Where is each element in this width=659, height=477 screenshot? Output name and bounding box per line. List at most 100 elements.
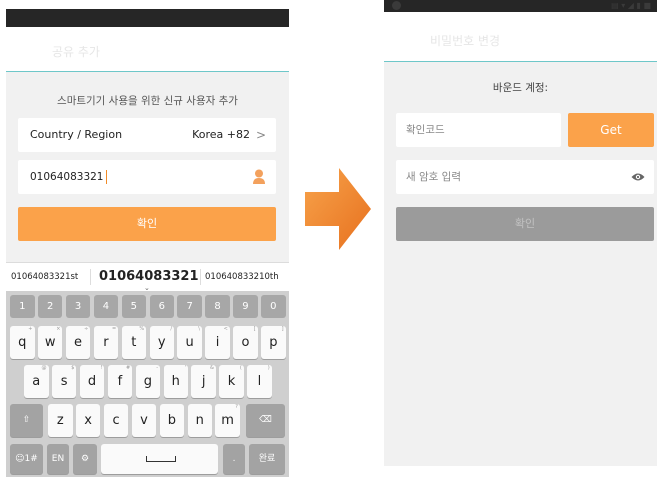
key-1[interactable]: 1 xyxy=(10,295,35,318)
get-code-button[interactable]: Get xyxy=(568,113,654,147)
backspace-key-label: ⌫ xyxy=(259,415,272,425)
chevron-right-icon: > xyxy=(255,128,266,142)
key-t-label: t xyxy=(131,335,137,350)
key-5[interactable]: 5 xyxy=(121,295,147,318)
spacebar[interactable] xyxy=(101,444,218,474)
key-o[interactable]: o[ xyxy=(233,326,258,359)
key-a-secondary-label: @ xyxy=(41,365,47,371)
language-key[interactable]: EN xyxy=(47,444,69,474)
shift-key-label: ⇧ xyxy=(22,415,31,425)
app-bar: 비밀번호 변경 xyxy=(384,12,657,62)
soft-keyboard: 1 2 3 4 5 6 7 8 9 0 q + w × e ÷ r = t% y / u \ i < o[p] a @ s $ d! f # g -… xyxy=(6,291,289,477)
new-password-input[interactable]: 새 암호 입력 xyxy=(396,160,654,194)
key-p-secondary-label: ] xyxy=(281,326,284,332)
settings-key[interactable]: ⚙ xyxy=(73,444,97,474)
done-key[interactable]: 완료 xyxy=(249,444,285,474)
key-y-label: y xyxy=(157,335,166,350)
keyboard-suggestion-bar: 01064083321st 01064083321 ⌄ 010640833210… xyxy=(6,262,289,292)
key-6-label: 6 xyxy=(158,301,165,312)
key-v[interactable]: v xyxy=(131,404,157,437)
key-e[interactable]: e ÷ xyxy=(65,326,91,359)
key-c[interactable]: c xyxy=(103,404,129,437)
instruction-text: 스마트기기 사용을 위한 신규 사용자 추가 xyxy=(57,95,238,107)
key-q[interactable]: q + xyxy=(10,326,35,359)
phone-number-value: 01064083321 xyxy=(30,171,104,183)
backspace-key[interactable]: ⌫ xyxy=(246,404,285,437)
key-v-label: v xyxy=(140,413,148,428)
key-9[interactable]: 9 xyxy=(233,295,258,318)
key-8[interactable]: 8 xyxy=(205,295,230,318)
eye-icon[interactable] xyxy=(631,172,645,182)
verification-code-input[interactable]: 확인코드 xyxy=(396,113,561,147)
key-m[interactable]: m? xyxy=(215,404,240,437)
key-l[interactable]: l) xyxy=(247,365,272,398)
key-w[interactable]: w × xyxy=(37,326,63,359)
key-g-secondary-label: - xyxy=(156,365,159,371)
key-r[interactable]: r = xyxy=(93,326,119,359)
key-a-label: a xyxy=(32,374,41,389)
key-0[interactable]: 0 xyxy=(261,295,286,318)
key-4-label: 4 xyxy=(102,301,110,312)
key-a[interactable]: a @ xyxy=(24,365,49,398)
key-i[interactable]: i < xyxy=(205,326,230,359)
key-j-label: j xyxy=(201,374,206,389)
shift-key[interactable]: ⇧ xyxy=(10,404,43,437)
suggestion-item[interactable]: 01064083321st xyxy=(11,263,78,291)
key-j[interactable]: j & xyxy=(191,365,216,398)
suggestion-divider xyxy=(90,269,91,285)
key-t[interactable]: t% xyxy=(121,326,147,359)
key-q-label: q xyxy=(18,335,27,350)
suggestion-item[interactable]: 010640833210th xyxy=(205,263,279,291)
key-m-label: m xyxy=(221,413,234,428)
key-z[interactable]: z xyxy=(48,404,73,437)
contact-person-icon[interactable] xyxy=(252,169,266,185)
key-n[interactable]: n xyxy=(187,404,212,437)
key-i-secondary-label: < xyxy=(223,326,228,332)
emoji-symbol-key[interactable]: ☺1# xyxy=(10,444,43,474)
change-password-screen: ▤ ▾ ◢ ▮ ■ 비밀번호 변경 바운드 계정: 확인코드 Get 새 암호 … xyxy=(384,0,657,466)
key-8-label: 8 xyxy=(214,301,221,312)
key-f[interactable]: f # xyxy=(107,365,133,398)
language-key-label: EN xyxy=(51,454,65,464)
phone-number-field[interactable]: 01064083321 xyxy=(18,160,276,194)
key-b[interactable]: b xyxy=(159,404,185,437)
key-q-secondary-label: + xyxy=(28,326,33,332)
key-u[interactable]: u \ xyxy=(177,326,202,359)
key-2[interactable]: 2 xyxy=(37,295,63,318)
key-h[interactable]: h ' xyxy=(163,365,188,398)
key-l-secondary-label: ) xyxy=(267,365,270,371)
key-6[interactable]: 6 xyxy=(149,295,174,318)
key-g[interactable]: g- xyxy=(135,365,161,398)
country-region-selector[interactable]: Country / Region Korea +82 > xyxy=(18,118,276,152)
key-b-label: b xyxy=(167,413,176,428)
key-d[interactable]: d! xyxy=(79,365,105,398)
key-3[interactable]: 3 xyxy=(65,295,91,318)
settings-key-label: ⚙ xyxy=(80,454,90,464)
key-u-label: u xyxy=(185,335,194,350)
key-i-label: i xyxy=(215,335,220,350)
key-x[interactable]: x xyxy=(75,404,101,437)
notification-icon xyxy=(392,1,401,10)
confirm-button[interactable]: 확인 xyxy=(18,207,276,241)
key-s-secondary-label: $ xyxy=(71,365,75,371)
key-c-label: c xyxy=(112,413,120,428)
key-p[interactable]: p] xyxy=(261,326,286,359)
key-s[interactable]: s $ xyxy=(51,365,77,398)
key-e-label: e xyxy=(74,335,83,350)
arrow-right-icon xyxy=(305,168,371,250)
key-7[interactable]: 7 xyxy=(177,295,202,318)
key-d-secondary-label: ! xyxy=(100,365,103,371)
key-4[interactable]: 4 xyxy=(93,295,119,318)
key-y[interactable]: y / xyxy=(149,326,174,359)
key-r-secondary-label: = xyxy=(111,326,117,332)
key-g-label: g xyxy=(143,374,152,389)
key-k[interactable]: k( xyxy=(219,365,244,398)
key-w-secondary-label: × xyxy=(56,326,61,332)
key-h-label: h xyxy=(171,374,180,389)
key-2-label: 2 xyxy=(46,301,54,312)
key-f-label: f xyxy=(117,374,123,389)
country-region-value: Korea +82 xyxy=(192,128,250,141)
period-key[interactable]: . xyxy=(223,444,245,474)
page-title: 공유 추가 xyxy=(52,45,100,59)
country-region-label: Country / Region xyxy=(30,128,123,141)
